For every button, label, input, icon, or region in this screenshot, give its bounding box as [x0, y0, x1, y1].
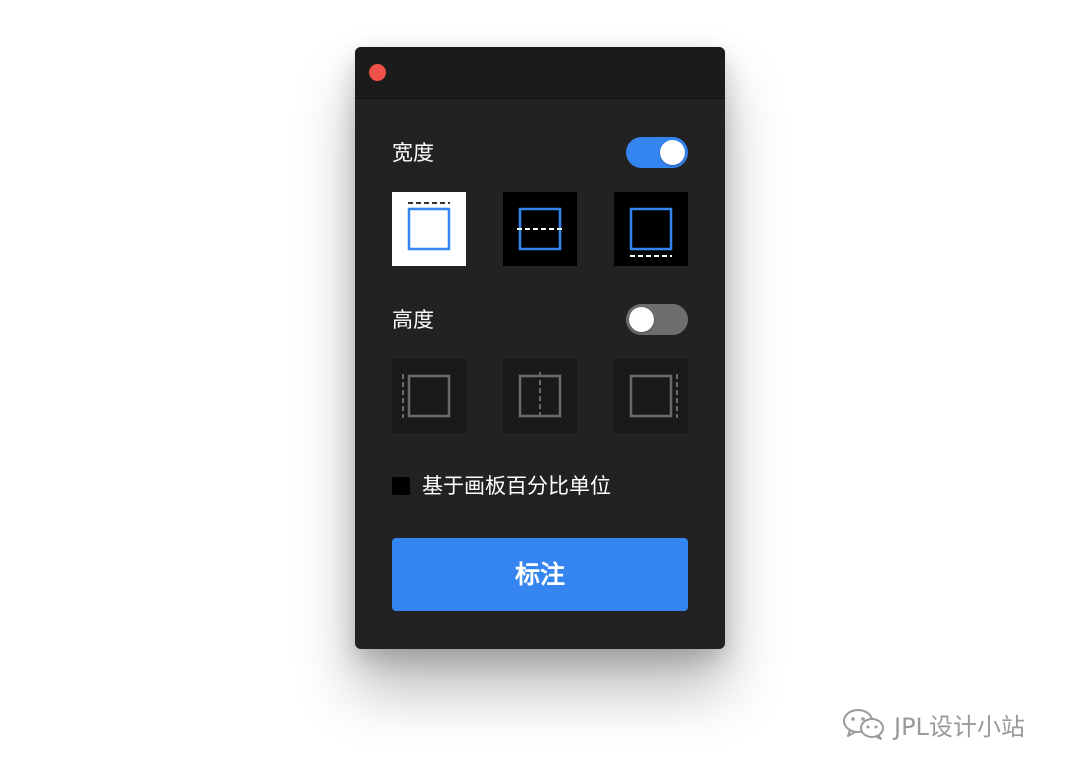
height-toggle[interactable]	[626, 304, 688, 335]
height-option-right[interactable]	[614, 359, 688, 433]
watermark-text: JPL设计小站	[894, 712, 1025, 741]
close-button[interactable]	[369, 64, 386, 81]
annotate-button[interactable]: 标注	[392, 538, 688, 611]
wechat-icon	[843, 709, 884, 740]
height-option-center[interactable]	[503, 359, 577, 433]
width-option-bottom[interactable]	[614, 192, 688, 266]
height-option-left[interactable]	[392, 359, 466, 433]
watermark: JPL设计小站	[842, 704, 1025, 744]
percent-unit-checkbox[interactable]	[392, 477, 410, 495]
toggle-knob	[629, 307, 654, 332]
width-bottom-icon	[614, 192, 688, 266]
annotation-panel-window: 宽度 高度 基于画板百分比单位 标注	[355, 47, 725, 649]
height-center-icon	[503, 359, 577, 433]
width-top-icon	[392, 192, 466, 266]
width-option-middle[interactable]	[503, 192, 577, 266]
percent-unit-label[interactable]: 基于画板百分比单位	[422, 472, 611, 500]
height-right-icon	[614, 359, 688, 433]
title-bar[interactable]	[355, 47, 725, 99]
toggle-knob	[660, 140, 685, 165]
height-left-icon	[392, 359, 466, 433]
width-middle-icon	[503, 192, 577, 266]
width-toggle[interactable]	[626, 137, 688, 168]
width-label: 宽度	[392, 141, 434, 165]
height-label: 高度	[392, 308, 434, 332]
width-option-top[interactable]	[392, 192, 466, 266]
